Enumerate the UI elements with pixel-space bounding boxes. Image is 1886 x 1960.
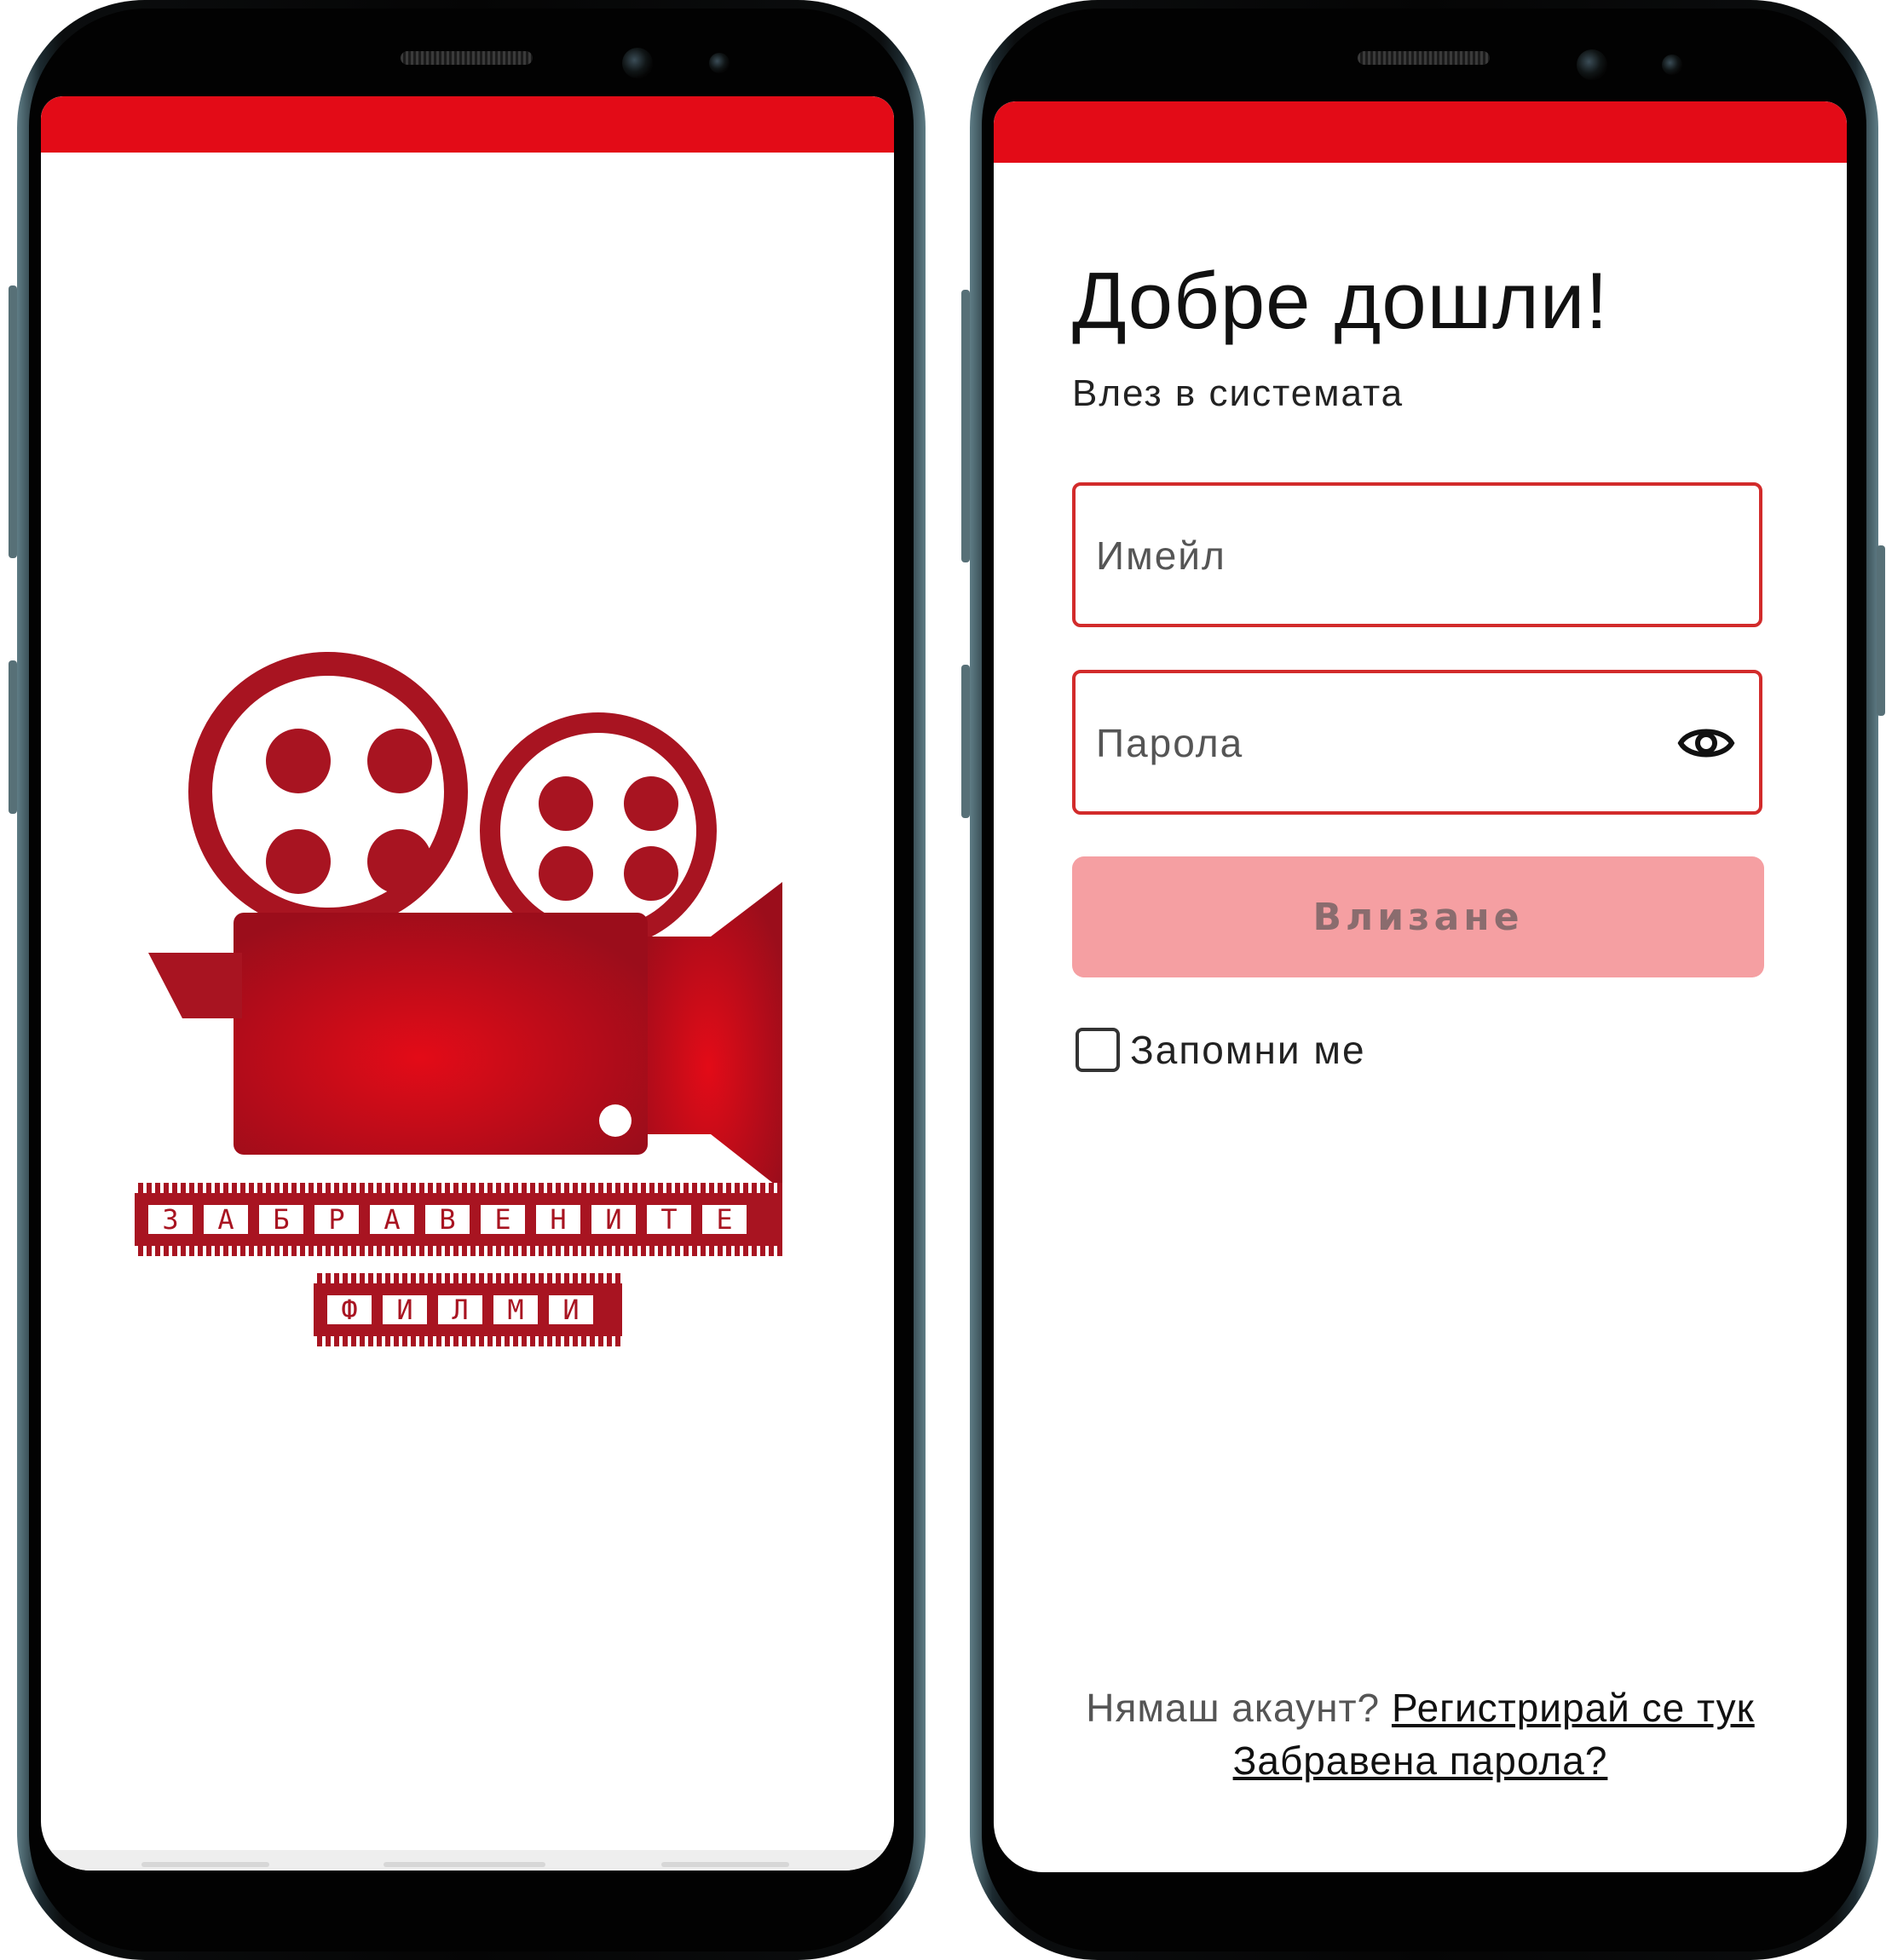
email-input[interactable]: [1094, 528, 1660, 583]
logo-letter: Р: [311, 1202, 362, 1237]
forgot-row: Забравена парола?: [994, 1738, 1847, 1784]
logo-letter: Е: [699, 1202, 750, 1237]
login-screen: Добре дошли! Влез в системата Влизане За…: [994, 101, 1847, 1872]
phone-frame-login: Добре дошли! Влез в системата Влизане За…: [961, 0, 1885, 1960]
forgot-password-link[interactable]: Забравена парола?: [1233, 1738, 1608, 1783]
password-input[interactable]: [1094, 716, 1660, 770]
welcome-title: Добре дошли!: [1072, 256, 1609, 345]
logo-letter: В: [422, 1202, 473, 1237]
logo-letter: А: [366, 1202, 418, 1237]
logo-letter: И: [379, 1292, 430, 1328]
side-button: [961, 665, 970, 818]
logo-letter: Н: [533, 1202, 584, 1237]
earpiece-speaker: [401, 51, 533, 65]
logo-subtitle-letters: ФИЛМИ: [324, 1292, 601, 1328]
sensor-icon: [1662, 55, 1682, 75]
register-link[interactable]: Регистрирай се тук: [1392, 1686, 1755, 1730]
status-bar: [994, 101, 1847, 163]
login-button[interactable]: Влизане: [1072, 856, 1764, 977]
logo-letter: А: [200, 1202, 251, 1237]
sensor-icon: [709, 53, 730, 73]
password-field[interactable]: [1072, 670, 1762, 815]
side-button: [1877, 545, 1885, 716]
logo-letter: З: [145, 1202, 196, 1237]
earpiece-speaker: [1358, 51, 1490, 65]
splash-screen: ЗАБРАВЕНИТЕ ФИЛМИ: [41, 96, 894, 1871]
side-button: [9, 285, 17, 558]
logo-title-letters: ЗАБРАВЕНИТЕ: [145, 1202, 754, 1237]
logo-letter: Е: [477, 1202, 528, 1237]
front-camera-icon: [622, 48, 653, 78]
remember-label: Запомни ме: [1130, 1028, 1366, 1072]
logo-letter: Б: [256, 1202, 307, 1237]
register-row: Нямаш акаунт? Регистрирай се тук: [994, 1685, 1847, 1731]
nav-indicator: [141, 1862, 269, 1867]
logo-letter: И: [545, 1292, 597, 1328]
logo-letter: Л: [435, 1292, 486, 1328]
no-account-text: Нямаш акаунт?: [1086, 1686, 1381, 1730]
remember-me[interactable]: Запомни ме: [1076, 1027, 1366, 1073]
logo-letter: Ф: [324, 1292, 375, 1328]
side-button: [961, 290, 970, 562]
logo-letter: И: [588, 1202, 639, 1237]
login-subtitle: Влез в системата: [1072, 372, 1404, 414]
remember-checkbox[interactable]: [1076, 1028, 1120, 1072]
side-button: [9, 660, 17, 814]
phone-frame-splash: ЗАБРАВЕНИТЕ ФИЛМИ: [9, 0, 926, 1960]
nav-indicator: [384, 1862, 545, 1867]
status-bar: [41, 96, 894, 153]
logo-letter: Т: [643, 1202, 695, 1237]
front-camera-icon: [1577, 49, 1607, 80]
email-field[interactable]: [1072, 482, 1762, 627]
nav-indicator: [661, 1862, 789, 1867]
logo-letter: М: [490, 1292, 541, 1328]
navigation-bar: [41, 1850, 894, 1871]
eye-icon[interactable]: [1677, 723, 1735, 764]
